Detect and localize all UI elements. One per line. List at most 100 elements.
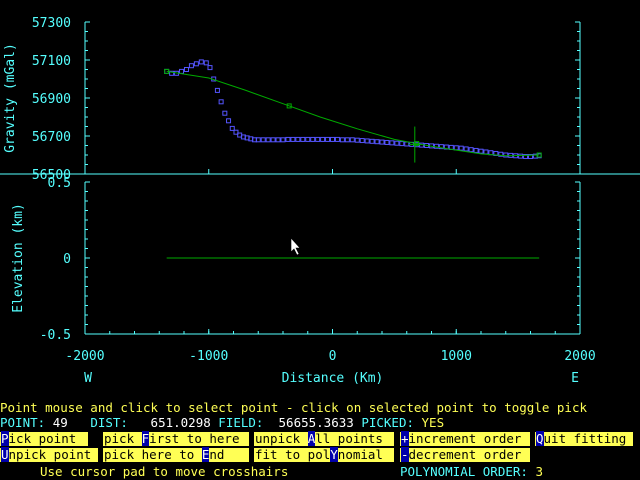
gravity-point — [468, 147, 474, 153]
gravity-point — [198, 59, 204, 65]
y-tick-label: 57300 — [32, 16, 71, 31]
gravity-point — [359, 138, 365, 144]
hotkey: + — [401, 431, 409, 446]
gravity-point — [183, 67, 189, 72]
gravity-point — [270, 137, 276, 143]
gravity-point — [295, 136, 301, 142]
gravity-point — [285, 136, 291, 142]
hotkey: Q — [536, 431, 544, 446]
point-value: 49 — [52, 415, 68, 430]
pick-here-to-end-button[interactable]: pick here to End — [103, 447, 249, 462]
gravity-point — [458, 145, 464, 151]
gravity-point — [193, 61, 199, 67]
pick-first-to-here-button[interactable]: pick First to here — [103, 431, 249, 446]
gravity-point — [473, 147, 479, 153]
gravity-point — [463, 146, 469, 152]
gravity-point — [214, 87, 220, 93]
hotkey: P — [1, 431, 9, 446]
button-label: increment order — [408, 431, 522, 446]
axis-labels: 57300571005690056700565000.50-0.5-2000 -1… — [3, 16, 596, 386]
point-label: POINT: — [0, 415, 46, 430]
y-tick-label: 0.5 — [48, 176, 71, 191]
gravity-point — [320, 136, 326, 142]
distance-axis-title: Distance (Km) — [282, 371, 384, 386]
x-tick-label: 1000 — [441, 349, 472, 364]
gravity-point — [483, 149, 489, 155]
gravity-point — [305, 136, 311, 142]
gravity-point — [300, 136, 306, 142]
unpick-all-points-button[interactable]: unpick All points — [254, 431, 394, 446]
button-label: irst to here — [149, 431, 240, 446]
west-label: W — [84, 371, 92, 386]
gravity-point — [207, 65, 213, 71]
gravity-point — [404, 141, 410, 147]
profile-plot[interactable]: 57300571005690056700565000.50-0.5-2000 -1… — [0, 0, 640, 400]
gravity-point — [364, 138, 370, 144]
data-marks — [164, 59, 542, 259]
button-label: nd — [209, 447, 225, 462]
gravity-point — [339, 137, 345, 143]
gravity-point — [349, 137, 355, 143]
cursor-hint-text: Use cursor pad to move crosshairs — [40, 464, 289, 479]
gravity-point — [374, 139, 380, 145]
decrement-order-button[interactable]: -decrement order — [400, 447, 530, 462]
polynomial-order-label: POLYNOMIAL ORDER: — [400, 464, 528, 479]
status-line: POINT: 49 DIST: 651.0298 FIELD: 56655.36… — [0, 416, 444, 430]
instruction-text: Point mouse and click to select point - … — [0, 400, 587, 415]
increment-order-button[interactable]: +increment order — [400, 431, 530, 446]
gravity-point — [222, 110, 228, 116]
gravity-point — [330, 136, 335, 142]
gravity-point — [275, 137, 281, 143]
east-label: E — [571, 371, 579, 386]
fit-to-polynomial-button[interactable]: fit to polYnomial — [254, 447, 394, 462]
gravity-point — [260, 137, 266, 143]
unpick-point-button[interactable]: Unpick point — [0, 447, 98, 462]
button-label: unpick — [255, 431, 308, 446]
gravity-point — [394, 140, 400, 146]
y-tick-label: 56700 — [32, 130, 71, 145]
gravity-axis-title: Gravity (mGal) — [3, 43, 18, 153]
gravity-point — [203, 60, 209, 66]
button-label: uit fitting — [543, 431, 627, 446]
pick-point-button[interactable]: Pick point — [0, 431, 88, 446]
elevation-axis-title: Elevation (km) — [11, 203, 26, 313]
field-value: 56655.3633 — [278, 415, 354, 430]
y-tick-label: 56900 — [32, 92, 71, 107]
gravity-point — [503, 152, 509, 158]
gravity-point — [344, 137, 350, 143]
mouse-cursor-icon — [290, 237, 301, 256]
y-tick-label: 57100 — [32, 54, 71, 69]
field-label: FIELD: — [218, 415, 264, 430]
gravity-point — [310, 136, 316, 142]
button-label: decrement order — [408, 447, 522, 462]
gravity-point — [389, 140, 395, 146]
quit-fitting-button[interactable]: Quit fitting — [535, 431, 633, 446]
button-label: ll points — [315, 431, 383, 446]
button-label: pick — [104, 431, 142, 446]
button-label: nomial — [337, 447, 383, 462]
gravity-point — [399, 141, 405, 147]
gravity-point — [379, 139, 385, 145]
gravity-point — [453, 145, 459, 151]
button-label: pick here to — [104, 447, 202, 462]
gravity-point — [218, 99, 224, 105]
x-tick-label: -2000 — [65, 349, 104, 364]
polynomial-order-value: 3 — [535, 464, 543, 479]
dist-label: DIST: — [90, 415, 128, 430]
gravity-point — [478, 148, 484, 154]
gravity-point — [226, 118, 232, 124]
button-label: npick point — [8, 447, 92, 462]
gravity-point — [315, 136, 321, 142]
hotkey: - — [401, 447, 409, 462]
gravity-point — [384, 139, 390, 145]
gravity-point — [369, 138, 375, 144]
x-tick-label: -1000 — [189, 349, 228, 364]
hotkey: Y — [330, 447, 338, 462]
picked-value: YES — [421, 415, 445, 430]
x-tick-label: 2000 — [564, 349, 595, 364]
gravity-point — [518, 153, 524, 159]
gravity-point — [265, 137, 271, 143]
gravity-point — [290, 136, 296, 142]
picked-label: PICKED: — [361, 415, 414, 430]
y-tick-label: -0.5 — [40, 328, 71, 343]
